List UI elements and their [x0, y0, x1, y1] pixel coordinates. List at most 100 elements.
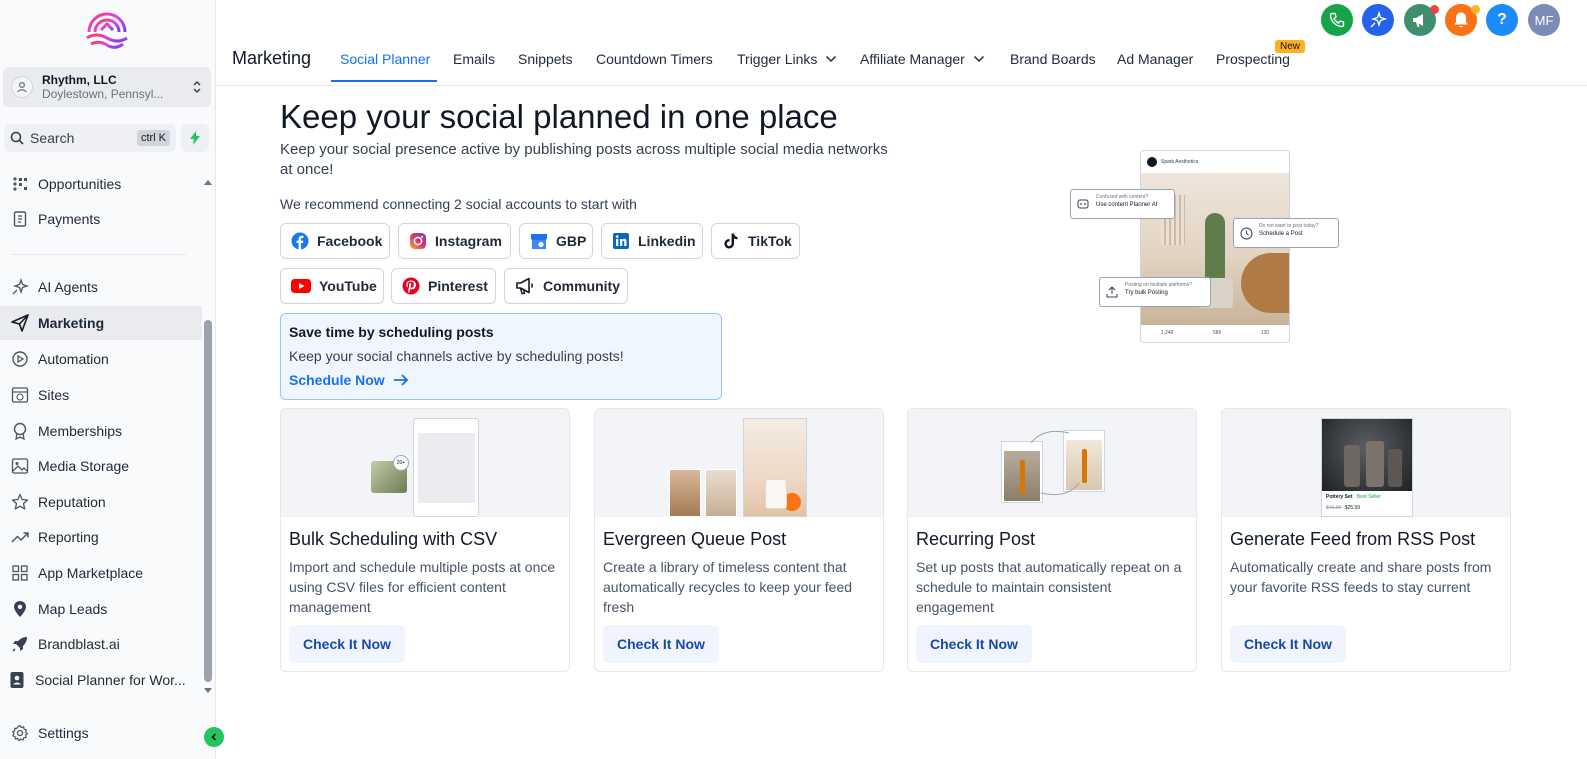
account-switcher[interactable]: Rhythm, LLC Doylestown, Pennsyl... — [3, 67, 211, 107]
bubble-main: Schedule a Post — [1259, 231, 1303, 237]
post-brand: Spark Aesthetics — [1161, 159, 1199, 165]
old-price: $49.99 — [1326, 505, 1342, 511]
phone-button[interactable] — [1321, 4, 1353, 36]
card-description: Automatically create and share posts fro… — [1230, 559, 1492, 595]
tab-affiliate-manager[interactable]: Affiliate Manager — [860, 51, 985, 67]
youtube-icon — [291, 276, 311, 296]
hero-subtitle: Keep your social presence active by publ… — [280, 141, 888, 178]
connect-instagram-button[interactable]: Instagram — [398, 223, 511, 259]
image-icon — [10, 456, 30, 476]
upload-icon — [1106, 286, 1118, 298]
clock-icon — [1240, 227, 1253, 240]
ai-assistant-button[interactable] — [1362, 4, 1394, 36]
schedule-now-link[interactable]: Schedule Now — [289, 372, 713, 388]
phone-mockup — [413, 418, 479, 517]
collapse-sidebar-button[interactable] — [204, 727, 224, 747]
robot-icon — [1077, 199, 1089, 209]
sidebar-item-label: Marketing — [38, 315, 105, 331]
tab-brand-boards[interactable]: Brand Boards — [1010, 51, 1096, 67]
user-initials: MF — [1534, 12, 1554, 28]
sidebar-item-media-storage[interactable]: Media Storage — [0, 449, 202, 483]
sidebar-item-label: Media Storage — [38, 458, 130, 474]
tab-emails[interactable]: Emails — [453, 51, 495, 67]
scroll-up-icon[interactable] — [203, 178, 213, 186]
bubble-hint: Confused with content? — [1096, 194, 1149, 200]
sidebar-scrollbar[interactable] — [204, 320, 212, 682]
sidebar-item-label: Reporting — [38, 529, 99, 545]
check-it-now-button[interactable]: Check It Now — [1230, 625, 1346, 663]
post-header: Spark Aesthetics — [1141, 151, 1289, 173]
vase-shape — [1344, 445, 1360, 487]
connect-tiktok-button[interactable]: TikTok — [711, 223, 800, 259]
connect-youtube-button[interactable]: YouTube — [280, 268, 384, 304]
queue-thumb-2 — [705, 469, 737, 517]
new-badge: New — [1275, 40, 1306, 53]
connect-linkedin-button[interactable]: Linkedin — [601, 223, 703, 259]
check-it-now-button[interactable]: Check It Now — [289, 625, 405, 663]
connect-gbp-button[interactable]: GBP — [519, 223, 593, 259]
brand-logo[interactable] — [85, 10, 129, 52]
sparkle-icon — [10, 277, 30, 297]
sidebar-item-automation[interactable]: Automation — [0, 342, 202, 376]
tiktok-icon — [722, 231, 740, 251]
social-label: TikTok — [748, 233, 792, 249]
arrow-right-icon — [393, 374, 408, 386]
sidebar-item-payments[interactable]: Payments — [0, 202, 202, 236]
check-it-now-button[interactable]: Check It Now — [603, 625, 719, 663]
social-label: Instagram — [435, 233, 502, 249]
sidebar-item-ai-agents[interactable]: AI Agents — [0, 270, 202, 304]
sidebar: Rhythm, LLC Doylestown, Pennsyl... Searc… — [0, 0, 224, 759]
social-label: Pinterest — [428, 278, 488, 294]
bulk-posting-bubble: Posting on multiple platforms? Try bulk … — [1099, 277, 1211, 307]
sidebar-item-memberships[interactable]: Memberships — [0, 414, 202, 448]
announcement-dot — [1430, 5, 1439, 14]
sidebar-item-opportunities[interactable]: Opportunities — [0, 167, 202, 201]
card-evergreen-queue: Evergreen Queue Post Create a library of… — [594, 408, 884, 672]
tab-prospecting[interactable]: Prospecting — [1216, 51, 1290, 67]
product-price: $49.99 $25.99 — [1326, 505, 1360, 511]
tab-social-planner[interactable]: Social Planner — [340, 51, 430, 67]
sidebar-item-map-leads[interactable]: Map Leads — [0, 592, 202, 626]
opportunities-icon — [10, 174, 30, 194]
sidebar-item-reporting[interactable]: Reporting — [0, 520, 202, 554]
sidebar-item-label: Map Leads — [38, 601, 108, 617]
product-name: Pottery Set Best Seller — [1326, 494, 1381, 500]
tab-snippets[interactable]: Snippets — [518, 51, 572, 67]
help-button[interactable]: ? — [1486, 4, 1518, 36]
gear-icon — [10, 723, 30, 743]
plant-shape — [1205, 213, 1225, 283]
card-illustration — [595, 409, 883, 517]
payments-icon — [10, 209, 30, 229]
sidebar-item-sites[interactable]: Sites — [0, 378, 202, 412]
sidebar-item-app-marketplace[interactable]: App Marketplace — [0, 556, 202, 590]
tab-trigger-links[interactable]: Trigger Links — [737, 51, 837, 67]
check-it-now-button[interactable]: Check It Now — [916, 625, 1032, 663]
social-label: Community — [543, 278, 620, 294]
card-title: Bulk Scheduling with CSV — [289, 529, 498, 549]
card-description: Import and schedule multiple posts at on… — [289, 559, 556, 615]
sidebar-item-brandblast[interactable]: Brandblast.ai — [0, 627, 202, 661]
sidebar-item-settings[interactable]: Settings — [0, 716, 202, 750]
notification-dot — [1471, 5, 1480, 14]
sidebar-item-label: Sites — [38, 387, 70, 403]
sidebar-item-marketing[interactable]: Marketing — [0, 306, 202, 340]
trend-icon — [10, 527, 30, 547]
connect-pinterest-button[interactable]: Pinterest — [391, 268, 496, 304]
sidebar-item-social-planner-wordpress[interactable]: Social Planner for Wor... — [0, 663, 202, 697]
bubble-main: Try bulk Posting — [1125, 290, 1168, 296]
sidebar-search[interactable]: Search ctrl K — [4, 124, 176, 152]
user-avatar[interactable]: MF — [1528, 4, 1560, 36]
card-title: Recurring Post — [916, 529, 1036, 549]
tab-countdown-timers[interactable]: Countdown Timers — [596, 51, 713, 67]
bell-icon — [1454, 12, 1468, 28]
sidebar-item-label: Payments — [38, 211, 101, 227]
sidebar-item-reputation[interactable]: Reputation — [0, 485, 202, 519]
connect-facebook-button[interactable]: Facebook — [280, 223, 390, 259]
scroll-down-icon[interactable] — [203, 687, 213, 695]
quick-actions-button[interactable] — [181, 124, 209, 152]
post-stats: 1,246 586 120 — [1141, 325, 1289, 336]
megaphone-icon — [515, 276, 535, 296]
connect-community-button[interactable]: Community — [504, 268, 628, 304]
tab-ad-manager[interactable]: Ad Manager — [1117, 51, 1193, 67]
active-tab-indicator — [331, 80, 437, 82]
